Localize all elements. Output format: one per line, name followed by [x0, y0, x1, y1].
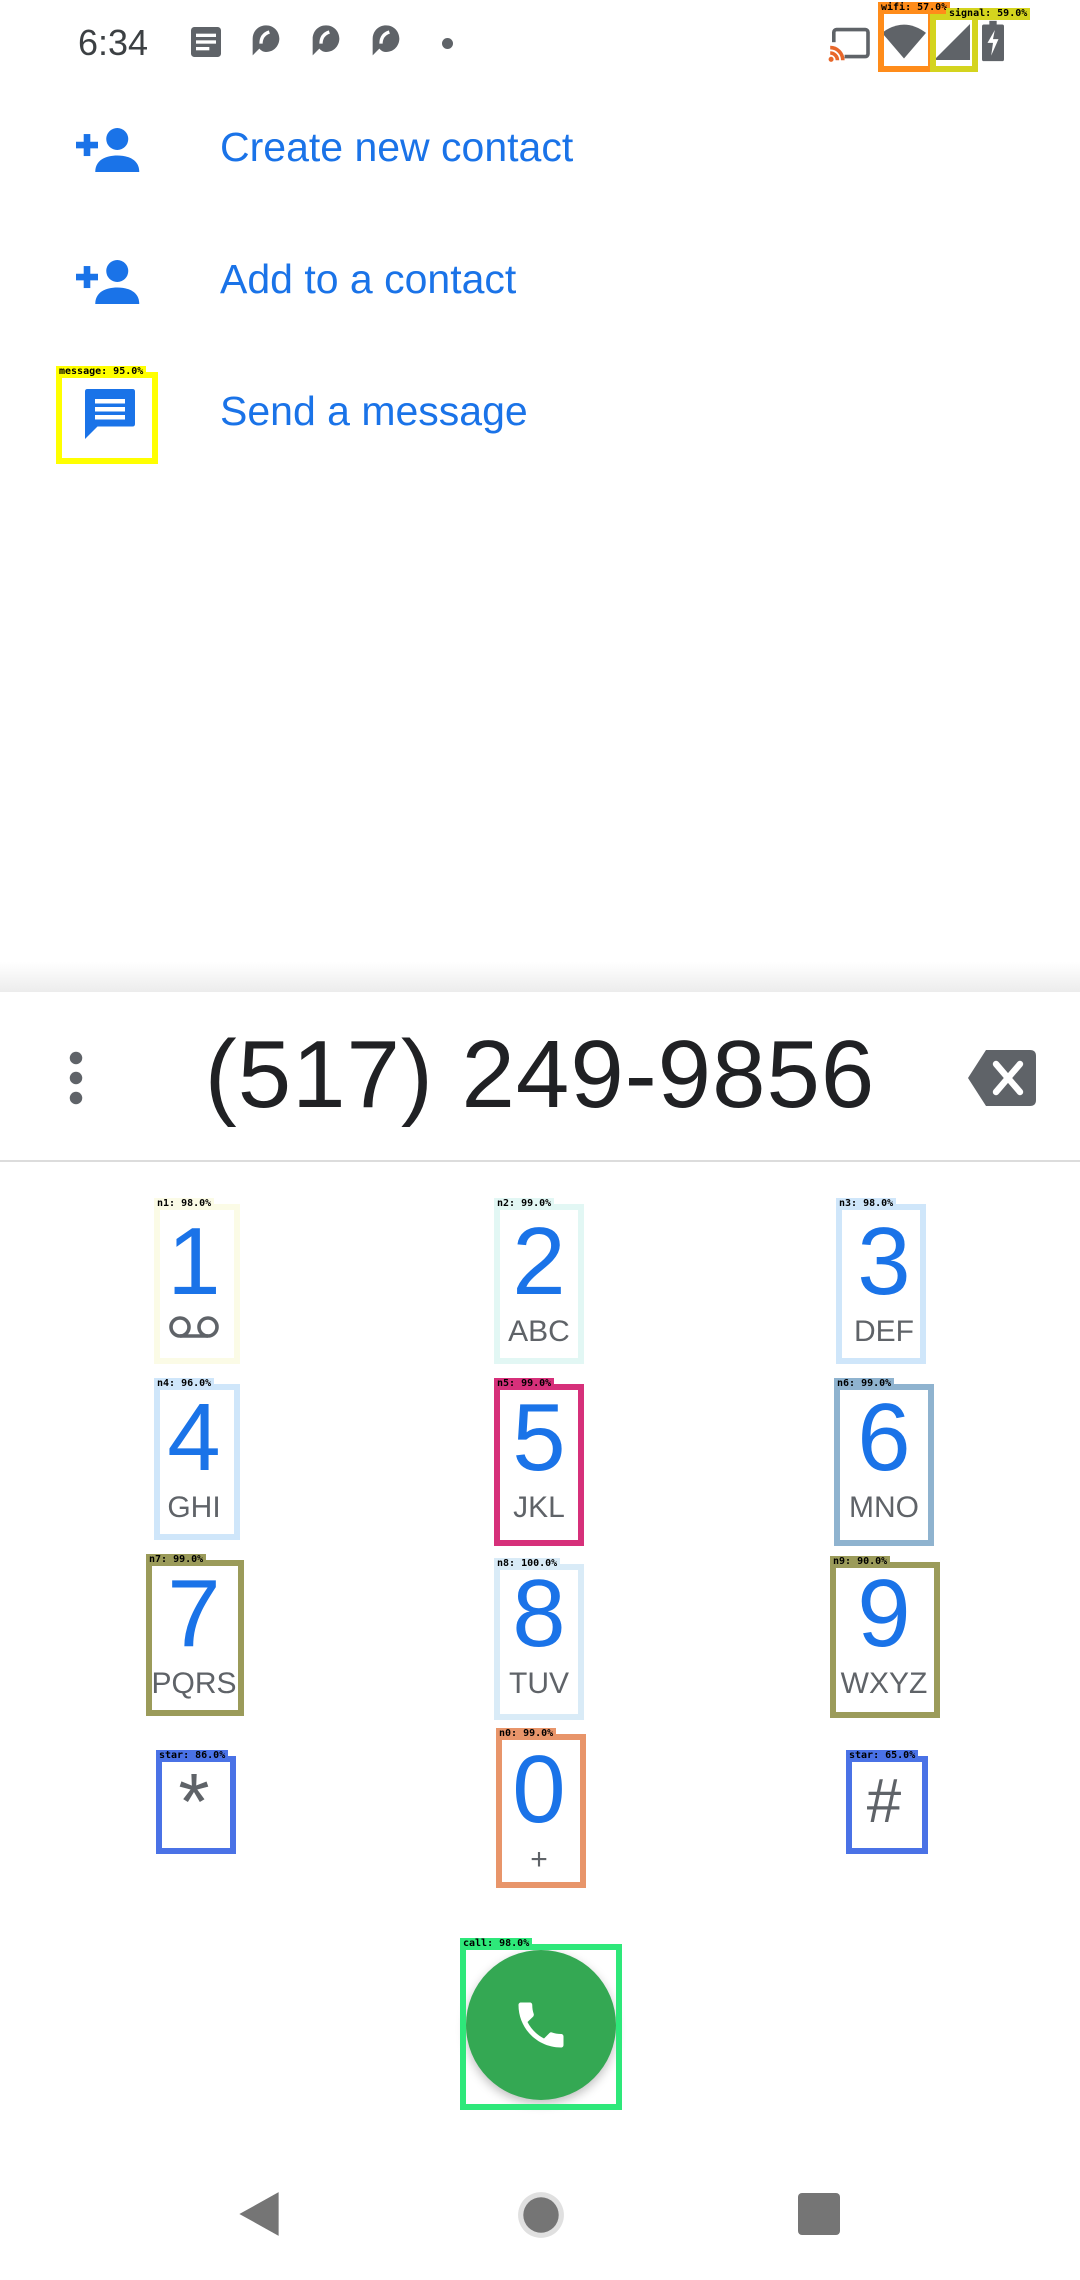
key-digit: * — [178, 1757, 210, 1846]
key-letters: JKL — [513, 1491, 565, 1524]
action-label: Create new contact — [220, 124, 574, 170]
news-icon — [191, 27, 221, 57]
key-5[interactable]: 5 JKL — [484, 1388, 594, 1558]
dot-icon — [442, 38, 453, 49]
key-1[interactable]: 1 — [139, 1212, 249, 1382]
key-digit: # — [866, 1767, 902, 1836]
cast-icon — [828, 27, 870, 62]
key-letters: WXYZ — [840, 1667, 928, 1700]
key-pound[interactable]: # — [829, 1752, 939, 1862]
action-label: Send a message — [220, 388, 528, 434]
key-6[interactable]: 6 MNO — [829, 1388, 939, 1558]
key-0[interactable]: 0 + — [484, 1740, 594, 1910]
key-letters: GHI — [167, 1491, 221, 1524]
home-icon[interactable] — [516, 2190, 566, 2240]
key-9[interactable]: 9 WXYZ — [829, 1564, 939, 1734]
key-digit: 4 — [167, 1384, 221, 1491]
key-letters: DEF — [854, 1315, 914, 1348]
dialpad-shadow — [0, 962, 1080, 992]
key-4[interactable]: 4 GHI — [139, 1388, 249, 1558]
back-icon[interactable] — [236, 2190, 282, 2238]
pin-icon — [252, 25, 280, 56]
recents-icon[interactable] — [798, 2193, 840, 2235]
backspace-icon[interactable] — [968, 1050, 1036, 1106]
person-add-icon — [76, 260, 140, 304]
key-digit: 9 — [857, 1560, 911, 1667]
key-letters: TUV — [509, 1667, 569, 1700]
key-digit: 5 — [512, 1384, 566, 1491]
key-8[interactable]: 8 TUV — [484, 1564, 594, 1734]
key-letters: ABC — [508, 1315, 570, 1348]
key-digit: 8 — [512, 1560, 566, 1667]
key-digit: 3 — [857, 1208, 911, 1315]
pin-icon — [372, 25, 400, 56]
battery-charging-icon — [982, 20, 1004, 62]
key-7[interactable]: 7 PQRS — [139, 1564, 249, 1734]
key-digit: 1 — [167, 1208, 221, 1315]
call-button[interactable] — [466, 1950, 616, 2100]
more-options-icon[interactable] — [58, 1048, 94, 1108]
key-letters: MNO — [849, 1491, 919, 1524]
status-bar: 6:34 — [0, 0, 1080, 88]
key-digit: 2 — [512, 1208, 566, 1315]
action-label: Add to a contact — [220, 256, 517, 302]
voicemail-icon — [169, 1316, 219, 1338]
signal-icon — [934, 24, 970, 60]
phone-icon — [518, 2002, 564, 2048]
key-3[interactable]: 3 DEF — [829, 1212, 939, 1382]
key-digit: 0 — [512, 1736, 566, 1843]
action-create-new-contact[interactable]: Create new contact — [0, 84, 1080, 216]
key-letters: + — [530, 1843, 548, 1876]
key-letters: PQRS — [151, 1667, 237, 1700]
status-time: 6:34 — [78, 22, 149, 63]
message-icon — [85, 389, 135, 439]
wifi-icon — [882, 24, 926, 59]
key-2[interactable]: 2 ABC — [484, 1212, 594, 1382]
key-digit: 7 — [167, 1560, 221, 1667]
action-add-to-contact[interactable]: Add to a contact — [0, 216, 1080, 348]
key-star[interactable]: * — [139, 1752, 249, 1862]
dialed-number[interactable]: (517) 249-9856 — [150, 1020, 930, 1130]
action-send-message[interactable]: Send a message — [0, 348, 1080, 480]
pin-icon — [312, 25, 340, 56]
key-digit: 6 — [857, 1384, 911, 1491]
number-divider — [0, 1160, 1080, 1162]
person-add-icon — [76, 128, 140, 172]
